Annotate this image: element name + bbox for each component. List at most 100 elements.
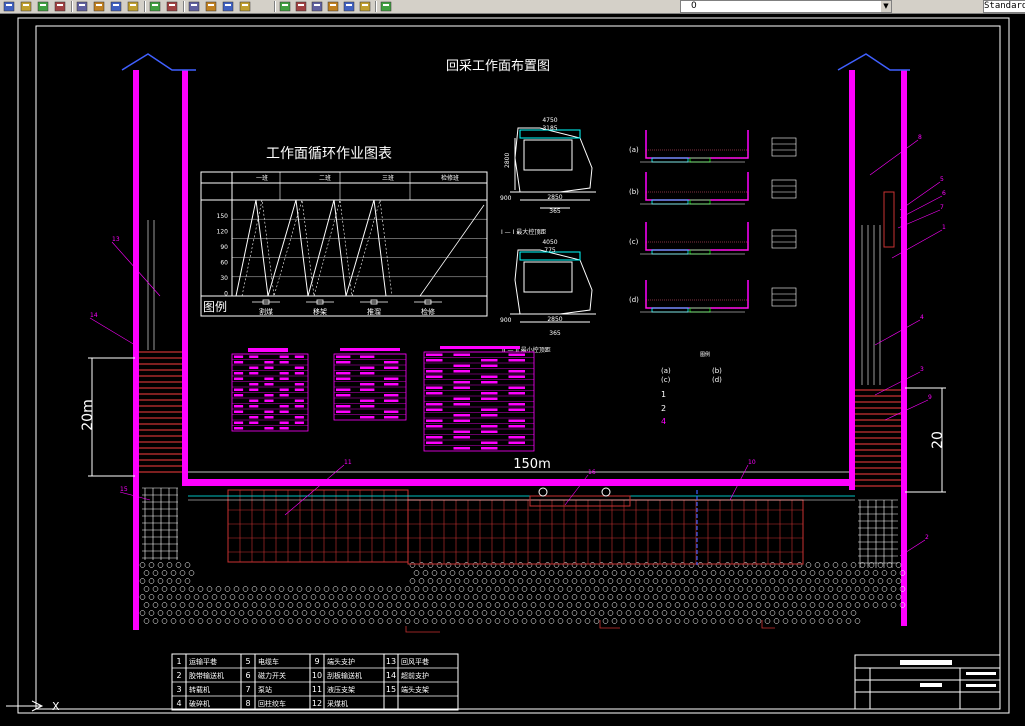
text-style-dropdown[interactable]: Standard: [983, 0, 1025, 13]
drawing-canvas[interactable]: 回采工作面布置图 工作面循环作业图表 一班 二班 三班 检修班 15012090…: [0, 14, 1025, 726]
undo-icon[interactable]: [149, 1, 162, 12]
callout-label: 3: [920, 366, 924, 373]
chart-y-tick: 90: [220, 244, 228, 251]
parts-name: 运输平巷: [189, 657, 217, 666]
redo-icon[interactable]: [166, 1, 179, 12]
parts-no: 15: [386, 685, 396, 694]
callout-label: 11: [344, 459, 352, 466]
zoom-realtime-icon[interactable]: [205, 1, 218, 12]
parts-name: 回柱绞车: [258, 699, 286, 708]
parts-no: 8: [245, 699, 250, 708]
parts-name: 采煤机: [327, 699, 348, 708]
save-icon[interactable]: [20, 1, 33, 12]
callout-label: 8: [918, 134, 922, 141]
chart-y-tick: 0: [224, 291, 228, 298]
callout-label: 5: [940, 176, 944, 183]
dim-label: 900: [500, 195, 512, 202]
callout-label: 4: [920, 314, 924, 321]
chart-y-tick: 60: [220, 260, 228, 267]
pan-icon[interactable]: [188, 1, 201, 12]
sheet-set-icon[interactable]: [327, 1, 340, 12]
ucs-icon: X: [6, 700, 60, 713]
shift-header: 三班: [382, 174, 394, 182]
design-center-icon[interactable]: [295, 1, 308, 12]
dim-label: 4050: [542, 239, 557, 246]
cycle-chart: 工作面循环作业图表 一班 二班 三班 检修班 1501209060300 图例 …: [200, 146, 488, 317]
dim-label: 775: [544, 247, 556, 254]
legend-1: 1: [661, 390, 666, 399]
dim-label: 365: [549, 330, 561, 337]
dim-label: 900: [500, 317, 512, 324]
parts-no: 14: [386, 671, 396, 680]
parts-name: 回风平巷: [401, 658, 429, 666]
markup-icon[interactable]: [343, 1, 356, 12]
parts-table: 1 运输平巷 5 电缆车 9 端头支护 13 回风平巷 2 胶带输送机 6 磁力开关 10 刮板输送机 14…: [171, 653, 459, 711]
parts-name: 电缆车: [258, 657, 279, 666]
dim-label: 4750: [542, 117, 557, 124]
dim-label: 2800: [504, 153, 511, 168]
zoom-previous-icon[interactable]: [239, 1, 252, 12]
dim-label: 2850: [547, 316, 562, 323]
parts-name: 液压支架: [327, 685, 355, 694]
dim-label: 365: [549, 208, 561, 215]
shift-header: 检修班: [441, 174, 459, 182]
callout-label: 15: [120, 486, 128, 493]
face-goaf-boundary: [182, 479, 855, 486]
text-style-value: Standard: [984, 1, 1025, 11]
chevron-down-icon[interactable]: ▼: [881, 1, 891, 12]
callout-label: 7: [940, 204, 944, 211]
plot-preview-icon[interactable]: [54, 1, 67, 12]
callout-label: 13: [112, 236, 120, 243]
properties-icon[interactable]: [279, 1, 292, 12]
tool-palettes-icon[interactable]: [311, 1, 324, 12]
title-block: [854, 654, 1001, 710]
main-title: 回采工作面布置图: [446, 59, 550, 74]
parts-name: 胶带输送机: [189, 671, 224, 680]
parts-no: 12: [312, 699, 322, 708]
parts-no: 11: [312, 685, 322, 694]
legend-a: (a): [661, 367, 671, 375]
help-icon[interactable]: [380, 1, 393, 12]
calculator-icon[interactable]: [359, 1, 372, 12]
svg-text:图例: 图例: [700, 351, 710, 358]
parts-name: 泵站: [258, 685, 272, 694]
cut-icon[interactable]: [76, 1, 89, 12]
print-icon[interactable]: [37, 1, 50, 12]
zoom-window-icon[interactable]: [222, 1, 235, 12]
layer-dropdown[interactable]: 0 ▼: [680, 0, 892, 13]
callout-label: 2: [925, 534, 929, 541]
layer-value: 0: [691, 1, 697, 11]
paste-icon[interactable]: [110, 1, 123, 12]
callout-label: 10: [748, 459, 756, 466]
dim-label: 3185: [542, 125, 557, 132]
length-label: 150m: [513, 457, 550, 472]
parts-no: 5: [245, 657, 250, 666]
parts-name: 刮板输送机: [327, 671, 362, 680]
callout-label: 9: [928, 394, 932, 401]
legend-4: 4: [661, 417, 666, 426]
parts-no: 4: [176, 699, 181, 708]
chart-legend-item: 移架: [313, 307, 327, 316]
outer-border: [17, 17, 1010, 714]
process-panels: (a) (b) (c) (d): [629, 130, 797, 313]
legend-2: 2: [661, 404, 666, 413]
left-dim-label: 20m: [80, 399, 96, 430]
goaf-area: [139, 562, 906, 624]
chart-legend-item: 检修: [421, 307, 435, 316]
svg-text:X: X: [52, 700, 60, 713]
legend-title: 图例: [203, 300, 227, 314]
parts-name: 超前支护: [401, 671, 429, 680]
parts-no: 9: [314, 657, 319, 666]
parts-name: 端头支护: [327, 657, 355, 666]
chart-legend-item: 推溜: [367, 307, 381, 316]
match-properties-icon[interactable]: [127, 1, 140, 12]
parts-no: 2: [176, 671, 181, 680]
equipment-tables: [231, 346, 535, 452]
callouts: 13141511 1016856714392: [89, 134, 946, 557]
panel-label: (c): [629, 238, 639, 246]
panel-label: (b): [629, 188, 639, 196]
copy-icon[interactable]: [93, 1, 106, 12]
parts-no: 7: [245, 685, 250, 694]
chart-y-tick: 120: [217, 229, 229, 236]
open-icon[interactable]: [3, 1, 16, 12]
